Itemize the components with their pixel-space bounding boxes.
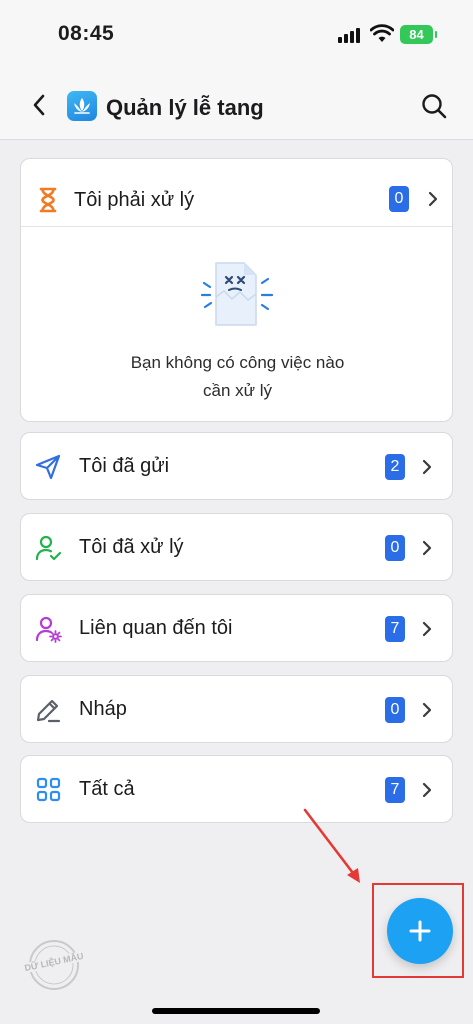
count-badge: 0 <box>385 697 405 723</box>
chevron-right-icon <box>422 621 432 637</box>
battery-indicator: 84 <box>400 25 437 44</box>
user-check-icon <box>35 535 62 561</box>
count-badge: 2 <box>385 454 405 480</box>
user-gear-icon <box>35 616 62 643</box>
row-label: Tôi đã gửi <box>79 455 170 477</box>
status-time: 08:45 <box>58 22 115 45</box>
row-label: Liên quan đến tôi <box>79 617 233 639</box>
search-icon[interactable] <box>420 92 448 120</box>
chevron-right-icon <box>422 540 432 556</box>
count-badge: 7 <box>385 616 405 642</box>
empty-message-line2: cần xử lý <box>202 381 272 400</box>
row-label: Nháp <box>79 698 127 720</box>
chevron-right-icon <box>422 702 432 718</box>
chevron-right-icon <box>428 191 438 207</box>
page-title: Quản lý lễ tang <box>106 95 264 120</box>
row-label: Tất cả <box>79 778 135 800</box>
chevron-right-icon <box>422 782 432 798</box>
hourglass-icon <box>39 187 57 213</box>
count-badge: 0 <box>385 535 405 561</box>
row-draft[interactable]: Nháp 0 <box>20 675 453 743</box>
todo-label: Tôi phải xử lý <box>74 189 195 211</box>
row-all[interactable]: Tất cả 7 <box>20 755 453 823</box>
wifi-icon <box>370 24 394 42</box>
cellular-signal-icon <box>338 27 360 43</box>
row-related[interactable]: Liên quan đến tôi 7 <box>20 594 453 662</box>
annotation-arrow-icon <box>303 808 360 883</box>
add-button[interactable] <box>387 898 453 964</box>
chevron-right-icon <box>422 459 432 475</box>
top-bar: 08:45 84 Quản lý lễ tang <box>0 0 473 140</box>
plus-icon <box>409 920 431 942</box>
count-badge: 7 <box>385 777 405 803</box>
row-sent[interactable]: Tôi đã gửi 2 <box>20 432 453 500</box>
row-label: Tôi đã xử lý <box>79 536 184 558</box>
app-logo-icon <box>67 91 97 121</box>
row-processed[interactable]: Tôi đã xử lý 0 <box>20 513 453 581</box>
watermark-stamp: DỮ LIỆU MẪU <box>14 935 94 995</box>
send-icon <box>35 454 61 480</box>
empty-document-illustration <box>200 262 274 326</box>
home-indicator <box>152 1008 320 1014</box>
grid-icon <box>36 777 61 802</box>
chevron-left-icon[interactable] <box>28 92 50 118</box>
divider <box>21 226 452 227</box>
todo-count-badge: 0 <box>389 186 409 212</box>
pencil-icon <box>36 699 61 723</box>
todo-card[interactable]: Tôi phải xử lý 0 Bạn không có công việc … <box>20 158 453 422</box>
status-bar: 08:45 84 <box>0 0 473 68</box>
